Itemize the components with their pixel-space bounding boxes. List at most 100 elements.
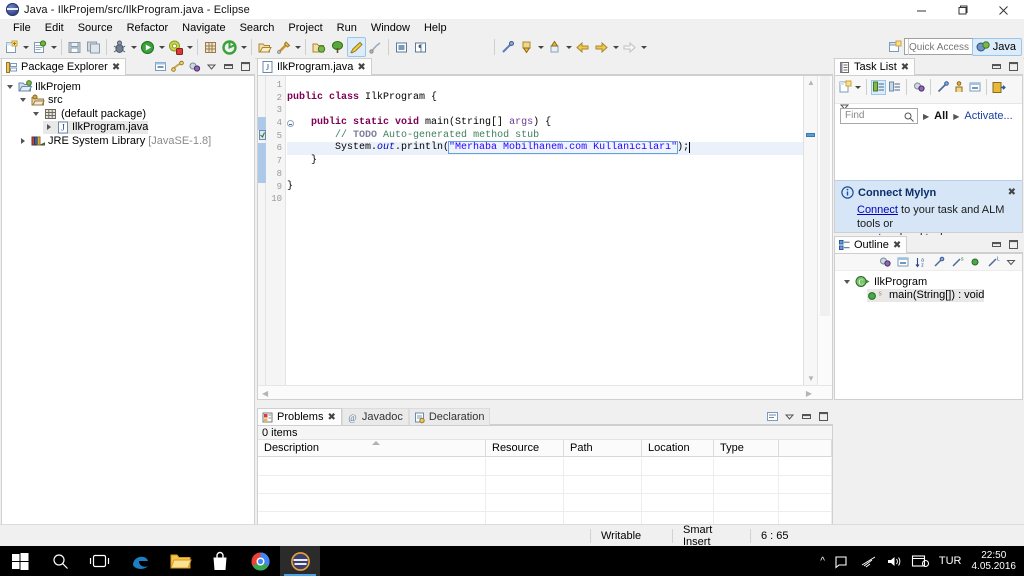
view-menu-icon[interactable]	[782, 409, 797, 424]
outline-item-class[interactable]: C IlkProgram	[841, 275, 1022, 289]
menu-item-edit[interactable]: Edit	[38, 20, 71, 36]
close-icon[interactable]: ✖	[901, 62, 909, 73]
menu-item-run[interactable]: Run	[330, 20, 364, 36]
expander-right-icon[interactable]	[43, 124, 54, 131]
new-package-icon[interactable]	[201, 37, 220, 57]
tab-task-list[interactable]: Task List ✖	[834, 58, 916, 75]
table-row[interactable]	[258, 458, 832, 476]
focus-icon[interactable]	[877, 255, 892, 270]
action-center-icon[interactable]	[835, 554, 851, 569]
minimize-icon[interactable]	[989, 237, 1004, 252]
close-icon[interactable]: ✖	[112, 62, 120, 73]
terminal-icon[interactable]	[392, 37, 411, 57]
filter-icon[interactable]	[935, 80, 950, 95]
search-icon[interactable]	[274, 37, 293, 57]
external-tools-dropdown[interactable]	[185, 37, 194, 57]
search-dropdown[interactable]	[293, 37, 302, 57]
close-button[interactable]	[983, 0, 1024, 20]
column-header-location[interactable]: Location	[642, 440, 714, 456]
scroll-up-arrow-icon[interactable]: ▲	[807, 78, 815, 87]
column-header-type[interactable]: Type	[714, 440, 779, 456]
focus-icon[interactable]	[187, 59, 202, 74]
activate-link[interactable]: Activate...	[964, 110, 1012, 122]
menu-item-file[interactable]: File	[6, 20, 38, 36]
minimize-button[interactable]	[901, 0, 942, 20]
chevron-up-icon[interactable]: ^	[820, 556, 825, 567]
minimize-icon[interactable]	[989, 59, 1004, 74]
tree-item-jre-library[interactable]: JRE System Library [JavaSE-1.8]	[17, 134, 254, 148]
outline-item-method[interactable]: S main(String[]) : void	[867, 288, 985, 302]
previous-edit-dropdown[interactable]	[564, 37, 573, 57]
quick-access-input[interactable]: Quick Access	[904, 38, 976, 55]
table-row[interactable]	[258, 494, 832, 512]
close-icon[interactable]: ✖	[1008, 187, 1016, 198]
save-all-icon[interactable]	[84, 37, 103, 57]
nav-forward-icon[interactable]	[620, 37, 639, 57]
expander-down-icon[interactable]	[4, 84, 15, 89]
debug-dropdown[interactable]	[129, 37, 138, 57]
filter-icon[interactable]	[765, 409, 780, 424]
new-task-dropdown[interactable]	[853, 77, 862, 97]
wifi-icon[interactable]	[861, 555, 877, 568]
perspective-java-button[interactable]: Java	[971, 38, 1022, 56]
mylyn-icon[interactable]	[328, 37, 347, 57]
link-icon[interactable]	[366, 37, 385, 57]
file-explorer-button[interactable]	[160, 546, 200, 576]
problems-table-rows[interactable]	[258, 458, 832, 530]
open-task-icon[interactable]	[309, 37, 328, 57]
hide-nonpublic-icon[interactable]	[967, 255, 982, 270]
previous-edit-icon[interactable]	[545, 37, 564, 57]
tree-item-project[interactable]: IlkProjem	[4, 80, 254, 94]
open-perspective-icon[interactable]	[887, 39, 903, 55]
speaker-icon[interactable]	[887, 555, 902, 568]
menu-item-refactor[interactable]: Refactor	[120, 20, 176, 36]
scrollbar-thumb[interactable]	[820, 76, 830, 316]
forward-dropdown[interactable]	[611, 37, 620, 57]
view-menu-icon[interactable]	[204, 59, 219, 74]
sort-icon[interactable]: az	[913, 255, 928, 270]
coverage-dropdown[interactable]	[239, 37, 248, 57]
scroll-down-arrow-icon[interactable]: ▼	[807, 374, 815, 383]
code-editor[interactable]: 1 2 3 4 5 6 7 8 9 10 public class IlkPro…	[257, 75, 833, 400]
open-type-icon[interactable]	[255, 37, 274, 57]
search-button[interactable]	[40, 546, 80, 576]
maximize-icon[interactable]	[238, 59, 253, 74]
collapse-all-icon[interactable]	[967, 80, 982, 95]
store-button[interactable]	[200, 546, 240, 576]
minimize-icon[interactable]	[221, 59, 236, 74]
new-task-icon[interactable]	[837, 80, 852, 95]
collapse-all-icon[interactable]	[153, 59, 168, 74]
expander-down-icon[interactable]	[30, 111, 41, 116]
notifications-icon[interactable]	[911, 554, 929, 568]
tab-declaration[interactable]: Declaration	[408, 408, 491, 425]
code-text[interactable]: public class IlkProgram { public static …	[287, 76, 803, 385]
minimize-icon[interactable]	[799, 409, 814, 424]
debug-icon[interactable]	[110, 37, 129, 57]
menu-item-search[interactable]: Search	[233, 20, 282, 36]
nav-forward-dropdown[interactable]	[639, 37, 648, 57]
link-with-editor-icon[interactable]	[170, 59, 185, 74]
scroll-left-arrow-icon[interactable]: ◀	[262, 389, 268, 398]
new-wizard-icon[interactable]	[2, 37, 21, 57]
next-edit-icon[interactable]	[517, 37, 536, 57]
editor-gutter[interactable]	[258, 76, 266, 385]
column-header-resource[interactable]: Resource	[486, 440, 564, 456]
close-icon[interactable]: ✖	[893, 240, 901, 251]
synchronize-icon[interactable]	[991, 80, 1006, 95]
overview-ruler[interactable]: ▲ ▼	[803, 76, 817, 385]
hide-fields-icon[interactable]	[931, 255, 946, 270]
table-row[interactable]	[258, 476, 832, 494]
start-button[interactable]	[0, 546, 40, 576]
expander-down-icon[interactable]	[17, 98, 28, 103]
menu-item-project[interactable]: Project	[281, 20, 329, 36]
close-icon[interactable]: ✖	[357, 62, 365, 73]
hide-local-icon[interactable]: L	[985, 255, 1000, 270]
language-indicator[interactable]: TUR	[939, 555, 962, 567]
new-class-dropdown[interactable]	[49, 37, 58, 57]
next-edit-dropdown[interactable]	[536, 37, 545, 57]
tab-package-explorer[interactable]: Package Explorer ✖	[1, 58, 127, 75]
coverage-icon[interactable]	[220, 37, 239, 57]
scroll-right-arrow-icon[interactable]: ▶	[806, 389, 812, 398]
tab-ilkprogram-java[interactable]: J IlkProgram.java ✖	[257, 58, 372, 75]
scheduled-presentation-icon[interactable]	[887, 80, 902, 95]
